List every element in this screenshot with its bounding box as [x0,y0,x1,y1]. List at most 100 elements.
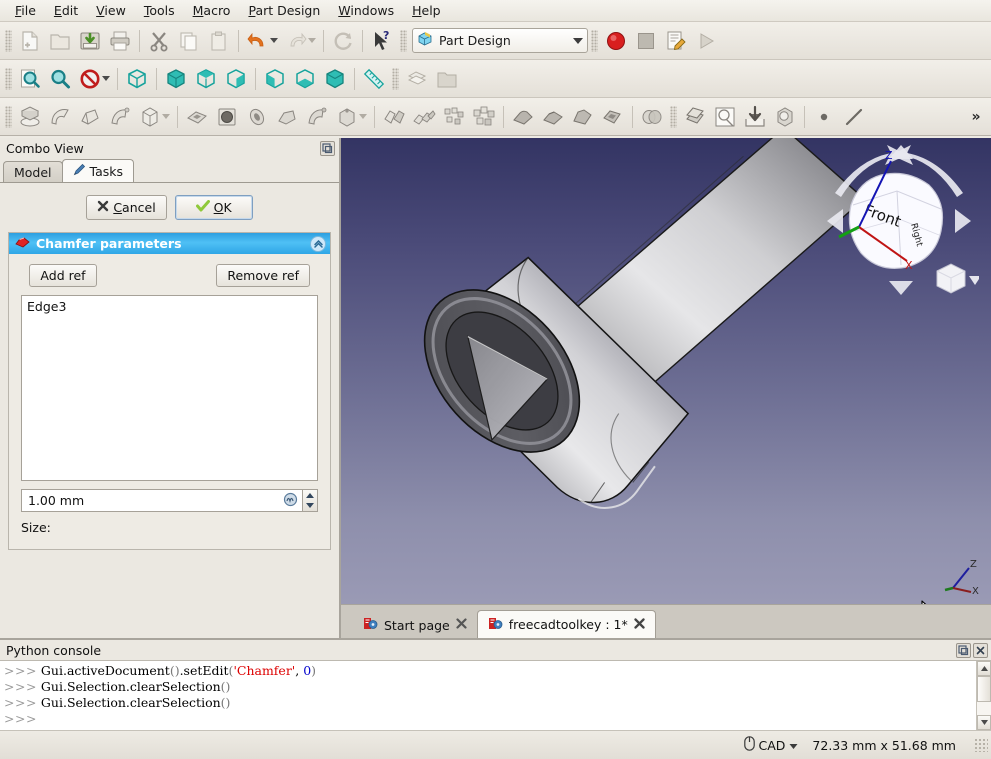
subtractive-dropdown-icon[interactable] [359,114,367,119]
tab-freecadtoolkey[interactable]: freecadtoolkey : 1* [476,610,656,638]
chamfer-size-stepper[interactable] [303,489,318,512]
boolean-icon[interactable] [637,102,667,132]
resize-grip[interactable] [974,738,988,752]
body-icon[interactable] [770,102,800,132]
scrollbar-thumb[interactable] [977,676,991,702]
navigation-cube[interactable]: Front Right Z X [819,143,981,303]
draw-style-dropdown-icon[interactable] [102,76,110,81]
save-icon[interactable] [75,26,105,56]
remove-ref-button[interactable]: Remove ref [216,264,310,287]
macro-record-icon[interactable] [601,26,631,56]
pad-icon[interactable] [15,102,45,132]
python-console-scrollbar[interactable] [976,661,991,730]
polar-pattern-icon[interactable] [439,102,469,132]
menu-view[interactable]: View [87,0,135,21]
python-console-body[interactable]: >>> Gui.activeDocument().setEdit('Chamfer… [0,660,991,730]
additive-loft-icon[interactable] [75,102,105,132]
toolbar-grip[interactable] [5,105,12,128]
menu-file[interactable]: File [6,0,45,21]
ok-button[interactable]: OK [174,195,253,220]
toolbar-grip[interactable] [392,67,399,90]
cancel-button[interactable]: Cancel [86,195,167,220]
point-icon[interactable] [809,102,839,132]
add-ref-button[interactable]: Add ref [29,264,97,287]
draft-icon[interactable] [568,102,598,132]
chamfer-size-input[interactable]: 1.00 mm [21,489,303,512]
whats-this-icon[interactable]: ? [367,26,397,56]
subtractive-box-icon[interactable] [332,102,362,132]
left-view-icon[interactable] [320,64,350,94]
measure-icon[interactable] [359,64,389,94]
workbench-stack-icon[interactable] [402,64,432,94]
shapebinder-icon[interactable] [680,102,710,132]
float-undock-icon[interactable] [956,642,971,658]
macro-execute-icon[interactable] [691,26,721,56]
rear-view-icon[interactable] [260,64,290,94]
expression-editor-icon[interactable] [283,492,298,510]
undo-arrow-icon[interactable] [243,26,273,56]
workbench-selector[interactable]: Part Design [412,28,588,53]
tab-tasks[interactable]: Tasks [61,159,135,182]
paste-icon[interactable] [204,26,234,56]
toolbar-overflow-button[interactable]: » [961,102,991,132]
chevron-down-icon[interactable] [789,738,798,753]
close-icon[interactable] [973,642,988,658]
close-x-icon[interactable] [456,618,467,632]
chevron-down-icon[interactable] [573,37,583,44]
toolbar-grip[interactable] [5,67,12,90]
reference-list[interactable]: Edge3 [21,295,318,481]
toolbar-grip[interactable] [5,29,12,52]
toolbar-grip[interactable] [591,29,598,52]
additive-box-icon[interactable] [135,102,165,132]
linear-pattern-icon[interactable] [409,102,439,132]
chamfer-icon[interactable] [538,102,568,132]
open-folder-icon[interactable] [45,26,75,56]
subtractive-loft-icon[interactable] [272,102,302,132]
menu-windows[interactable]: Windows [329,0,403,21]
top-view-icon[interactable] [191,64,221,94]
cut-scissors-icon[interactable] [144,26,174,56]
redo-arrow-icon[interactable] [281,26,311,56]
mirrored-icon[interactable] [379,102,409,132]
menu-macro[interactable]: Macro [184,0,240,21]
multi-transform-icon[interactable] [469,102,499,132]
macro-stop-icon[interactable] [631,26,661,56]
menu-part-design[interactable]: Part Design [239,0,329,21]
stepper-up-icon[interactable] [306,492,314,498]
list-item[interactable]: Edge3 [22,298,317,315]
copy-icon[interactable] [174,26,204,56]
print-icon[interactable] [105,26,135,56]
scroll-up-icon[interactable] [977,661,991,676]
menu-tools[interactable]: Tools [135,0,184,21]
additive-pipe-icon[interactable] [105,102,135,132]
revolution-icon[interactable] [45,102,75,132]
zoom-icon[interactable] [45,64,75,94]
macro-edit-icon[interactable] [661,26,691,56]
navigation-style-selector[interactable]: CAD [743,736,799,754]
refresh-icon[interactable] [328,26,358,56]
menu-help[interactable]: Help [403,0,450,21]
tab-start-page[interactable]: Start page [353,612,477,638]
subtractive-pipe-icon[interactable] [302,102,332,132]
thickness-icon[interactable] [598,102,628,132]
draw-style-icon[interactable] [75,64,105,94]
float-undock-icon[interactable] [320,141,335,156]
folder-icon[interactable] [432,64,462,94]
scroll-down-icon[interactable] [977,715,991,730]
fit-all-icon[interactable] [15,64,45,94]
scrollbar-track[interactable] [977,676,991,715]
additive-dropdown-icon[interactable] [162,114,170,119]
front-view-icon[interactable] [161,64,191,94]
right-view-icon[interactable] [221,64,251,94]
undo-dropdown-icon[interactable] [270,38,278,43]
python-console-output[interactable]: >>> Gui.activeDocument().setEdit('Chamfer… [0,661,976,730]
tab-model[interactable]: Model [3,161,63,182]
sketch-icon[interactable] [710,102,740,132]
axonometric-view-icon[interactable] [122,64,152,94]
map-sketch-icon[interactable] [740,102,770,132]
chamfer-parameters-header[interactable]: Chamfer parameters [9,233,330,254]
close-x-icon[interactable] [634,617,645,632]
line-icon[interactable] [839,102,869,132]
toolbar-grip[interactable] [670,105,677,128]
groove-icon[interactable] [242,102,272,132]
